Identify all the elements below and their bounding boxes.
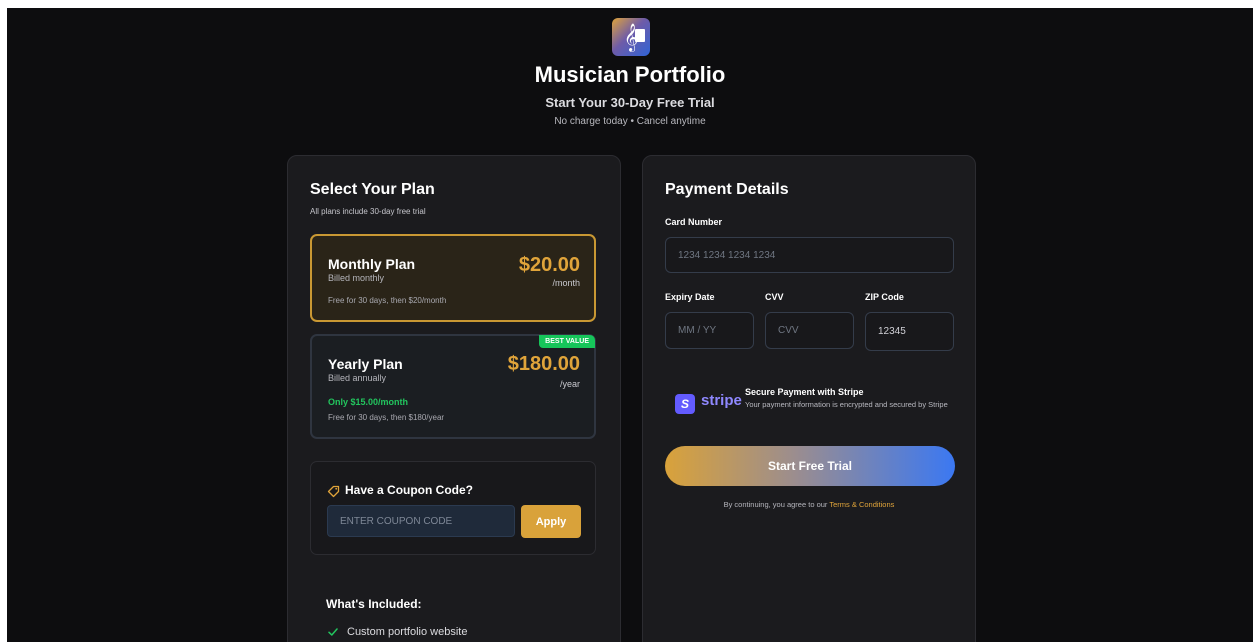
yearly-plan-option[interactable]: BEST VALUE Yearly Plan Billed annually $…: [310, 334, 596, 439]
plan-price: $20.00: [518, 254, 580, 276]
plan-card: Select Your Plan All plans include 30-da…: [287, 155, 621, 642]
app-title: Musician Portfolio: [534, 62, 726, 87]
stripe-icon: S: [675, 394, 695, 414]
secure-payment-title: Secure Payment with Stripe: [745, 387, 864, 397]
terms-notice: By continuing, you agree to our Terms & …: [643, 500, 975, 509]
coupon-title: Have a Coupon Code?: [345, 483, 474, 497]
coupon-section: Have a Coupon Code? Apply: [310, 461, 596, 555]
zip-input[interactable]: [865, 312, 954, 351]
plan-name: Yearly Plan: [328, 356, 403, 372]
trial-subtitle: Start Your 30-Day Free Trial: [545, 95, 715, 110]
plan-period: /year: [559, 379, 580, 389]
plan-billing: Billed annually: [328, 373, 387, 383]
expiry-label: Expiry Date: [665, 292, 715, 302]
zip-label: ZIP Code: [865, 292, 904, 302]
plan-period: /month: [552, 278, 580, 288]
monthly-equivalent: Only $15.00/month: [328, 397, 409, 407]
cvv-label: CVV: [765, 292, 784, 302]
app-frame: 𝄞 Musician Portfolio Start Your 30-Day F…: [7, 8, 1253, 642]
plan-footnote: Free for 30 days, then $20/month: [328, 296, 447, 305]
plan-subheading: All plans include 30-day free trial: [310, 207, 426, 216]
expiry-input[interactable]: [665, 312, 754, 349]
apply-coupon-button[interactable]: Apply: [521, 505, 581, 538]
check-icon: [328, 628, 338, 636]
start-free-trial-button[interactable]: Start Free Trial: [665, 446, 955, 486]
plan-footnote: Free for 30 days, then $180/year: [328, 413, 445, 422]
stripe-wordmark: stripe: [701, 392, 742, 409]
best-value-badge: BEST VALUE: [539, 335, 595, 348]
treble-clef-icon: 𝄞: [612, 18, 650, 56]
plan-billing: Billed monthly: [328, 273, 385, 283]
trial-note: No charge today • Cancel anytime: [554, 116, 706, 127]
secure-payment-text: Your payment information is encrypted an…: [745, 400, 948, 409]
monthly-plan-option[interactable]: Monthly Plan Billed monthly $20.00 /mont…: [310, 234, 596, 322]
plan-price: $180.00: [507, 353, 580, 375]
terms-prefix: By continuing, you agree to our: [723, 500, 828, 509]
plan-name: Monthly Plan: [328, 256, 416, 272]
payment-heading: Payment Details: [665, 181, 789, 198]
plan-heading: Select Your Plan: [310, 181, 435, 198]
coupon-input[interactable]: [327, 505, 515, 537]
included-item: Custom portfolio website: [347, 626, 468, 638]
card-number-label: Card Number: [665, 217, 723, 227]
tag-icon: [327, 485, 340, 498]
included-title: What's Included:: [326, 597, 422, 611]
terms-link[interactable]: Terms & Conditions: [829, 500, 894, 509]
payment-card: Payment Details Card Number Expiry Date …: [642, 155, 976, 642]
card-number-input[interactable]: [665, 237, 954, 273]
cvv-input[interactable]: [765, 312, 854, 349]
